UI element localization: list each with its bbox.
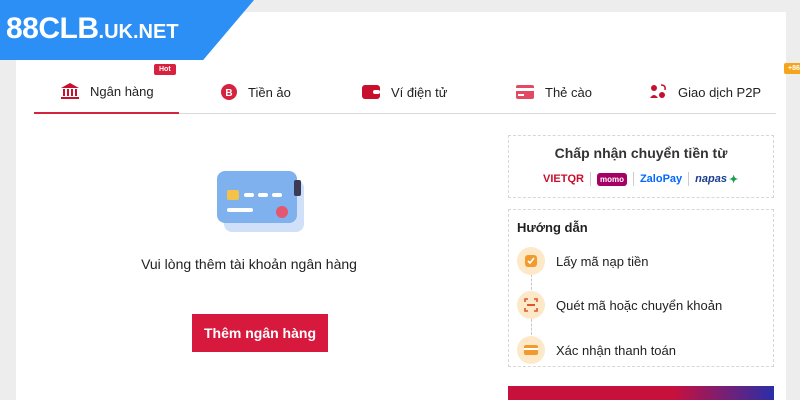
guide-step-2: Quét mã hoặc chuyển khoản — [517, 291, 722, 319]
tab-scratch-card[interactable]: Thẻ cào — [515, 70, 592, 114]
payment-method-tabs: Ngân hàng Hot B Tiền ảo Ví điện tử Thẻ c… — [34, 63, 800, 114]
tab-p2p[interactable]: Giao dịch P2P +866K — [648, 63, 800, 114]
accepted-methods-title: Chấp nhận chuyển tiền từ — [554, 145, 728, 161]
guide-box: Hướng dẫn Lấy mã nạp tiền Quét mã hoặc c… — [508, 209, 774, 367]
tab-bank[interactable]: Ngân hàng Hot — [34, 64, 179, 114]
napas-logo: napas — [695, 173, 727, 185]
step-connector — [531, 274, 532, 290]
momo-logo: momo — [596, 172, 627, 186]
add-bank-button[interactable]: Thêm ngân hàng — [192, 314, 328, 352]
wallet-icon — [361, 83, 381, 101]
hot-badge: Hot — [154, 64, 176, 75]
tab-crypto-label: Tiền ảo — [248, 84, 291, 100]
vietqr-logo: VIETQR — [543, 173, 584, 185]
bank-icon — [60, 82, 80, 100]
guide-step-1-label: Lấy mã nạp tiền — [556, 253, 649, 269]
guide-step-3-label: Xác nhận thanh toán — [556, 342, 676, 358]
guide-step-1: Lấy mã nạp tiền — [517, 247, 649, 275]
payment-logos: VIETQR momo ZaloPay napas ✦ — [543, 172, 738, 186]
logo-brand: 88CLB — [6, 12, 99, 45]
tab-ewallet[interactable]: Ví điện tử — [361, 70, 447, 114]
payment-card-icon — [517, 336, 545, 364]
tab-bank-label: Ngân hàng — [90, 83, 154, 99]
napas-mark-icon: ✦ — [728, 173, 739, 186]
empty-card-illustration — [214, 168, 306, 241]
tab-crypto[interactable]: B Tiền ảo — [220, 70, 291, 114]
guide-step-3: Xác nhận thanh toán — [517, 336, 676, 364]
bonus-badge: +866K — [784, 63, 800, 74]
card-icon — [515, 84, 535, 100]
p2p-users-icon — [648, 82, 668, 102]
empty-message: Vui lòng thêm tài khoản ngân hàng — [141, 256, 357, 272]
accepted-methods-box: Chấp nhận chuyển tiền từ VIETQR momo Zal… — [508, 135, 774, 198]
promo-banner[interactable] — [508, 386, 774, 400]
guide-step-2-label: Quét mã hoặc chuyển khoản — [556, 297, 723, 313]
tab-scratch-card-label: Thẻ cào — [545, 84, 592, 100]
guide-title: Hướng dẫn — [517, 220, 588, 235]
scan-qr-icon — [517, 291, 545, 319]
crypto-coin-icon: B — [220, 83, 238, 101]
svg-text:B: B — [225, 88, 232, 99]
tab-ewallet-label: Ví điện tử — [391, 84, 448, 100]
code-icon — [517, 247, 545, 275]
tab-p2p-label: Giao dịch P2P — [678, 84, 762, 100]
step-connector — [531, 319, 532, 335]
zalopay-logo: ZaloPay — [639, 173, 683, 185]
logo-domain: .UK.NET — [98, 21, 179, 43]
